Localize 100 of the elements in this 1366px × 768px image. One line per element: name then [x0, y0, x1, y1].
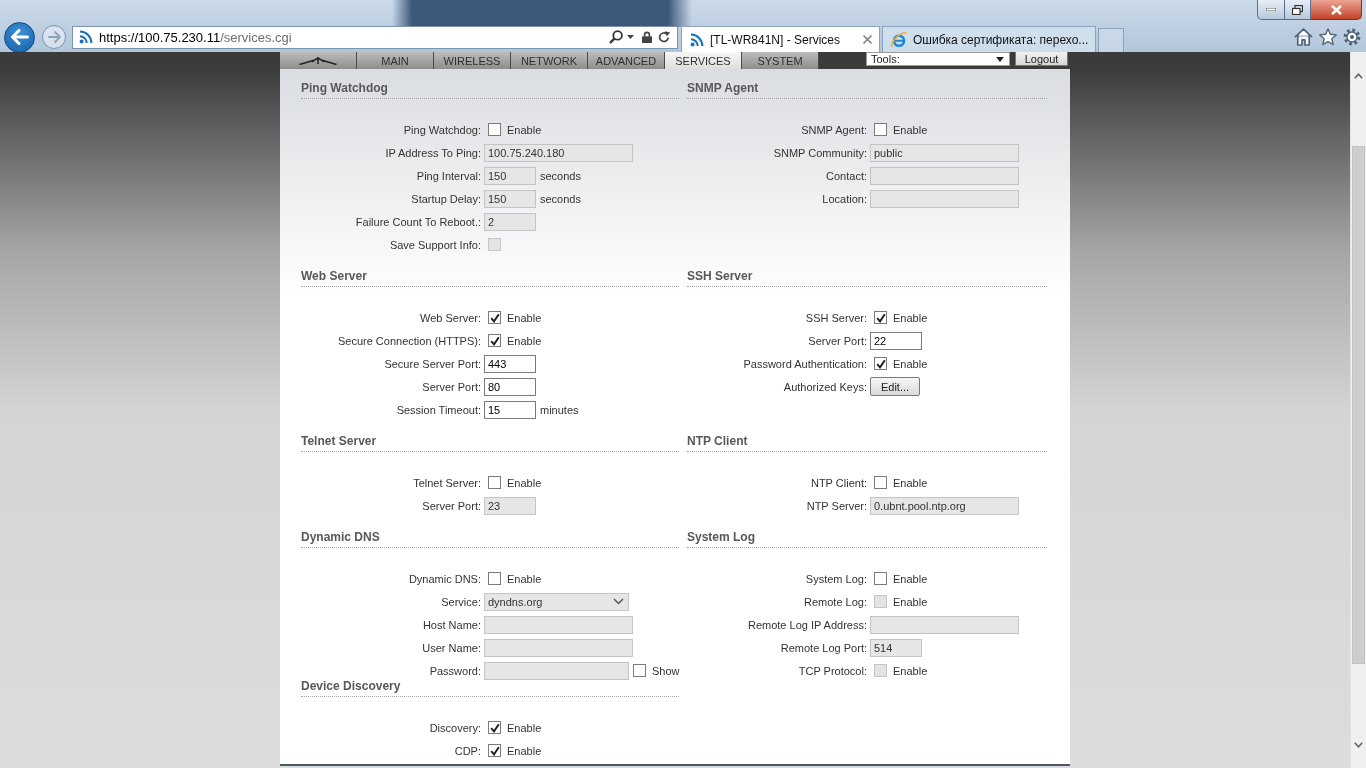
checkbox[interactable]	[488, 311, 501, 324]
unit-label: seconds	[540, 192, 581, 205]
tools-select[interactable]: Tools:	[866, 52, 1010, 66]
field-label: Location:	[822, 192, 867, 205]
field-label: SNMP Agent:	[801, 123, 867, 136]
checkbox[interactable]	[488, 476, 501, 489]
input-field[interactable]: 80	[484, 377, 536, 396]
settings-icon[interactable]	[1343, 28, 1361, 46]
field-label: Secure Connection (HTTPS):	[337, 334, 481, 347]
checkbox-label: Enable	[507, 311, 542, 324]
checkbox[interactable]	[874, 476, 887, 489]
checkbox[interactable]	[488, 572, 501, 585]
home-icon[interactable]	[1294, 28, 1313, 46]
field-label: NTP Client:	[810, 476, 867, 489]
checkbox[interactable]	[874, 357, 887, 370]
chevron-down-icon	[613, 598, 624, 605]
star-icon[interactable]	[1319, 28, 1337, 46]
checkbox[interactable]	[874, 311, 887, 324]
checkbox[interactable]	[874, 572, 887, 585]
browser-tab[interactable]: Ошибка сертификата: перехо...	[882, 26, 1097, 52]
checkbox-label: Enable	[507, 334, 542, 347]
field-label: TCP Protocol:	[798, 664, 867, 677]
field-label: Session Timeout:	[396, 403, 481, 416]
browser-tab[interactable]: [TL-WR841N] - Services	[681, 26, 880, 52]
close-icon	[1330, 4, 1342, 15]
field-label: Host Name:	[422, 618, 481, 631]
nav-tab[interactable]: NETWORK	[511, 52, 588, 69]
nav-tab[interactable]: SYSTEM	[742, 52, 819, 69]
scrollbar-track[interactable]	[1350, 52, 1366, 768]
input-field[interactable]: 22	[870, 331, 922, 350]
section-title: Dynamic DNS	[301, 529, 679, 548]
checkbox-label: Enable	[507, 572, 542, 585]
feed-icon	[690, 32, 704, 47]
nav-tab[interactable]: MAIN	[357, 52, 434, 69]
field-label: Telnet Server:	[413, 476, 481, 489]
minimize-button[interactable]	[1257, 0, 1285, 20]
section-title: Telnet Server	[301, 433, 679, 452]
checkbox-label: Enable	[893, 311, 928, 324]
field-label: Password Authentication:	[743, 357, 867, 370]
checkbox-label: Enable	[893, 476, 928, 489]
unit-label: seconds	[540, 169, 581, 182]
field-label: Server Port:	[422, 380, 481, 393]
checkbox-label: Enable	[893, 357, 928, 370]
field-label: SSH Server:	[805, 311, 867, 324]
forward-button[interactable]	[42, 25, 66, 49]
checkbox[interactable]	[488, 744, 501, 757]
search-icon[interactable]	[609, 30, 623, 44]
logout-button[interactable]: Logout	[1015, 52, 1068, 66]
field-label: Secure Server Port:	[384, 357, 481, 370]
field-label: Remote Log Port:	[780, 641, 867, 654]
refresh-icon[interactable]	[658, 31, 670, 43]
checkbox-label: Enable	[893, 572, 928, 585]
field-label: Web Server:	[420, 311, 481, 324]
edit-button[interactable]: Edit...	[870, 377, 920, 396]
section-title: Web Server	[301, 268, 679, 287]
nav-tab[interactable]: WIRELESS	[434, 52, 511, 69]
checkbox-label: Show	[652, 664, 680, 677]
section-title: SSH Server	[687, 268, 1047, 287]
checkbox-label: Enable	[893, 595, 928, 608]
field-label: Password:	[429, 664, 481, 677]
input-field[interactable]: 443	[484, 354, 536, 373]
arrow-right-icon	[47, 31, 61, 43]
field-label: Service:	[441, 595, 481, 608]
input-field[interactable]: 15	[484, 400, 536, 419]
scroll-up-icon[interactable]	[1354, 73, 1363, 79]
field-label: Ping Watchdog:	[403, 123, 481, 136]
nav-tab[interactable]: ADVANCED	[588, 52, 665, 69]
scrollbar-thumb[interactable]	[1352, 146, 1365, 664]
checkbox-label: Enable	[507, 744, 542, 757]
close-button[interactable]	[1311, 0, 1362, 20]
field-label: Save Support Info:	[389, 238, 481, 251]
scroll-down-icon[interactable]	[1354, 742, 1363, 748]
field-label: Contact:	[826, 169, 867, 182]
lock-icon[interactable]	[642, 31, 652, 43]
field-label: Failure Count To Reboot.:	[355, 215, 481, 228]
caret-icon[interactable]	[627, 35, 634, 39]
back-button[interactable]	[4, 21, 35, 53]
field-label: IP Address To Ping:	[385, 146, 481, 159]
field-label: SNMP Community:	[773, 146, 867, 159]
field-label: Ping Interval:	[416, 169, 481, 182]
checkbox[interactable]	[874, 123, 887, 136]
caret-icon	[996, 56, 1004, 62]
feed-icon	[79, 30, 93, 44]
checkbox[interactable]	[488, 334, 501, 347]
field-label: Server Port:	[808, 334, 867, 347]
checkbox-label: Enable	[507, 721, 542, 734]
section-title: System Log	[687, 529, 1047, 548]
checkbox[interactable]	[488, 123, 501, 136]
checkbox-label: Enable	[507, 476, 542, 489]
close-icon[interactable]	[863, 35, 872, 44]
address-bar[interactable]: https://100.75.230.11/services.cgi	[72, 25, 678, 49]
checkbox-label: Enable	[507, 123, 542, 136]
nav-tab[interactable]: SERVICES	[665, 52, 742, 69]
checkbox[interactable]	[488, 721, 501, 734]
ring-logo-icon	[891, 31, 907, 48]
checkbox-label: Enable	[893, 664, 928, 677]
field-label: CDP:	[454, 744, 481, 757]
restore-button[interactable]	[1285, 0, 1311, 20]
section-title: Ping Watchdog	[301, 80, 679, 99]
nav-tab[interactable]	[280, 52, 357, 69]
